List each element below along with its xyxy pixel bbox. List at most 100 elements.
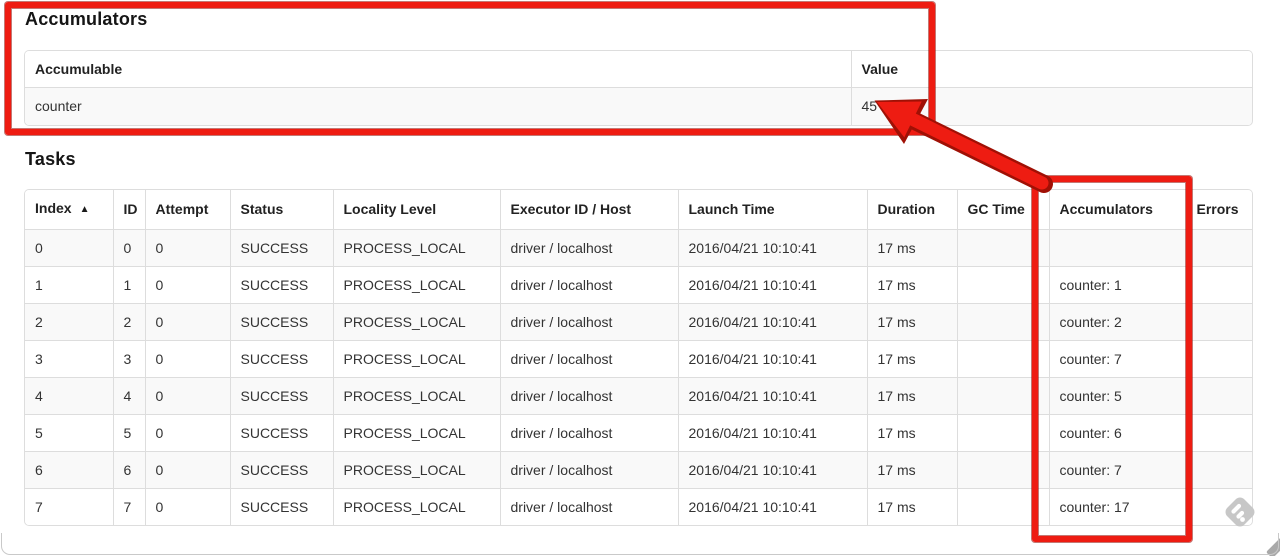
task-row: 3 3 0 SUCCESS PROCESS_LOCAL driver / loc… [25,339,1252,377]
accumulators-section-title: Accumulators [25,9,148,29]
task-row: 4 4 0 SUCCESS PROCESS_LOCAL driver / loc… [25,376,1252,414]
table-cell: 17 ms [866,302,957,340]
table-cell: 17 ms [866,487,957,525]
table-cell: 0 [25,228,113,266]
table-cell: 17 ms [866,413,957,451]
table-cell: 17 ms [866,228,957,266]
page-frame [1,533,1279,555]
table-cell: SUCCESS [229,413,333,451]
table-cell: counter: 17 [1048,487,1186,525]
column-header-locality-level[interactable]: Locality Level [332,190,500,229]
table-cell: counter: 7 [1048,339,1186,377]
table-cell: driver / localhost [499,487,678,525]
table-cell: 2 [112,302,145,340]
table-cell [956,302,1049,340]
table-cell: counter: 6 [1048,413,1186,451]
column-header-accumulators[interactable]: Accumulators [1048,190,1186,229]
table-cell: PROCESS_LOCAL [332,450,500,488]
table-cell: 2016/04/21 10:10:41 [677,376,867,414]
table-cell: 0 [144,413,230,451]
column-header-gc-time[interactable]: GC Time [956,190,1049,229]
table-cell: driver / localhost [499,413,678,451]
column-header-accumulable: Accumulable [25,51,851,88]
table-cell [956,376,1049,414]
table-cell: 3 [25,339,113,377]
table-cell [1185,265,1252,303]
column-header-executor-id-host[interactable]: Executor ID / Host [499,190,678,229]
table-cell: counter: 1 [1048,265,1186,303]
feedly-share-icon[interactable] [1218,490,1262,534]
table-cell: driver / localhost [499,376,678,414]
table-cell: 1 [112,265,145,303]
table-cell: counter: 5 [1048,376,1186,414]
table-cell: 0 [144,487,230,525]
corner-resize-mark [1266,536,1280,556]
table-cell: 17 ms [866,450,957,488]
column-header-index[interactable]: Index ▲ [25,190,113,229]
table-cell [956,339,1049,377]
column-header-errors[interactable]: Errors [1185,190,1252,229]
column-header-duration[interactable]: Duration [866,190,957,229]
table-cell: driver / localhost [499,302,678,340]
task-row: 0 0 0 SUCCESS PROCESS_LOCAL driver / loc… [25,228,1252,266]
column-header-attempt[interactable]: Attempt [144,190,230,229]
table-cell: SUCCESS [229,487,333,525]
table-cell: 0 [144,339,230,377]
table-cell: PROCESS_LOCAL [332,376,500,414]
table-cell: SUCCESS [229,450,333,488]
table-cell [956,487,1049,525]
table-cell: counter: 7 [1048,450,1186,488]
task-row: 5 5 0 SUCCESS PROCESS_LOCAL driver / loc… [25,413,1252,451]
task-row: 6 6 0 SUCCESS PROCESS_LOCAL driver / loc… [25,450,1252,488]
table-cell: 4 [112,376,145,414]
table-cell: 0 [144,228,230,266]
table-cell: 0 [144,265,230,303]
column-header-launch-time[interactable]: Launch Time [677,190,867,229]
table-cell: 17 ms [866,376,957,414]
accumulator-row: counter 45 [25,87,1252,125]
table-cell: 6 [112,450,145,488]
table-cell: 2 [25,302,113,340]
table-cell: driver / localhost [499,228,678,266]
table-cell: 7 [112,487,145,525]
table-cell: 0 [144,450,230,488]
accumulators-table: Accumulable Value counter 45 [24,50,1253,126]
sort-ascending-icon: ▲ [79,204,90,216]
accumulable-value-cell: 45 [850,87,1252,125]
table-cell: SUCCESS [229,302,333,340]
table-cell: 0 [144,376,230,414]
table-cell [1185,376,1252,414]
table-cell: counter: 2 [1048,302,1186,340]
table-cell: SUCCESS [229,265,333,303]
table-cell [1185,228,1252,266]
table-cell: 2016/04/21 10:10:41 [677,339,867,377]
column-header-id[interactable]: ID [112,190,145,229]
table-cell: SUCCESS [229,228,333,266]
table-cell: 1 [25,265,113,303]
table-cell: driver / localhost [499,339,678,377]
table-cell: 0 [112,228,145,266]
task-row: 2 2 0 SUCCESS PROCESS_LOCAL driver / loc… [25,302,1252,340]
table-cell: PROCESS_LOCAL [332,487,500,525]
table-cell: SUCCESS [229,339,333,377]
table-cell [956,450,1049,488]
table-cell [956,228,1049,266]
table-cell [1185,339,1252,377]
table-cell: 4 [25,376,113,414]
table-cell: PROCESS_LOCAL [332,228,500,266]
table-cell: PROCESS_LOCAL [332,339,500,377]
table-cell: 2016/04/21 10:10:41 [677,265,867,303]
task-row: 1 1 0 SUCCESS PROCESS_LOCAL driver / loc… [25,265,1252,303]
table-cell [1185,450,1252,488]
tasks-table: Index ▲ ID Attempt Status Locality Level … [24,189,1253,526]
tasks-section-title: Tasks [25,149,76,169]
table-cell [956,265,1049,303]
table-cell: 17 ms [866,265,957,303]
table-cell: 17 ms [866,339,957,377]
table-cell: 2016/04/21 10:10:41 [677,450,867,488]
accumulable-name-cell: counter [25,87,851,125]
table-cell [1185,302,1252,340]
table-cell [956,413,1049,451]
column-header-status[interactable]: Status [229,190,333,229]
table-cell [1185,413,1252,451]
